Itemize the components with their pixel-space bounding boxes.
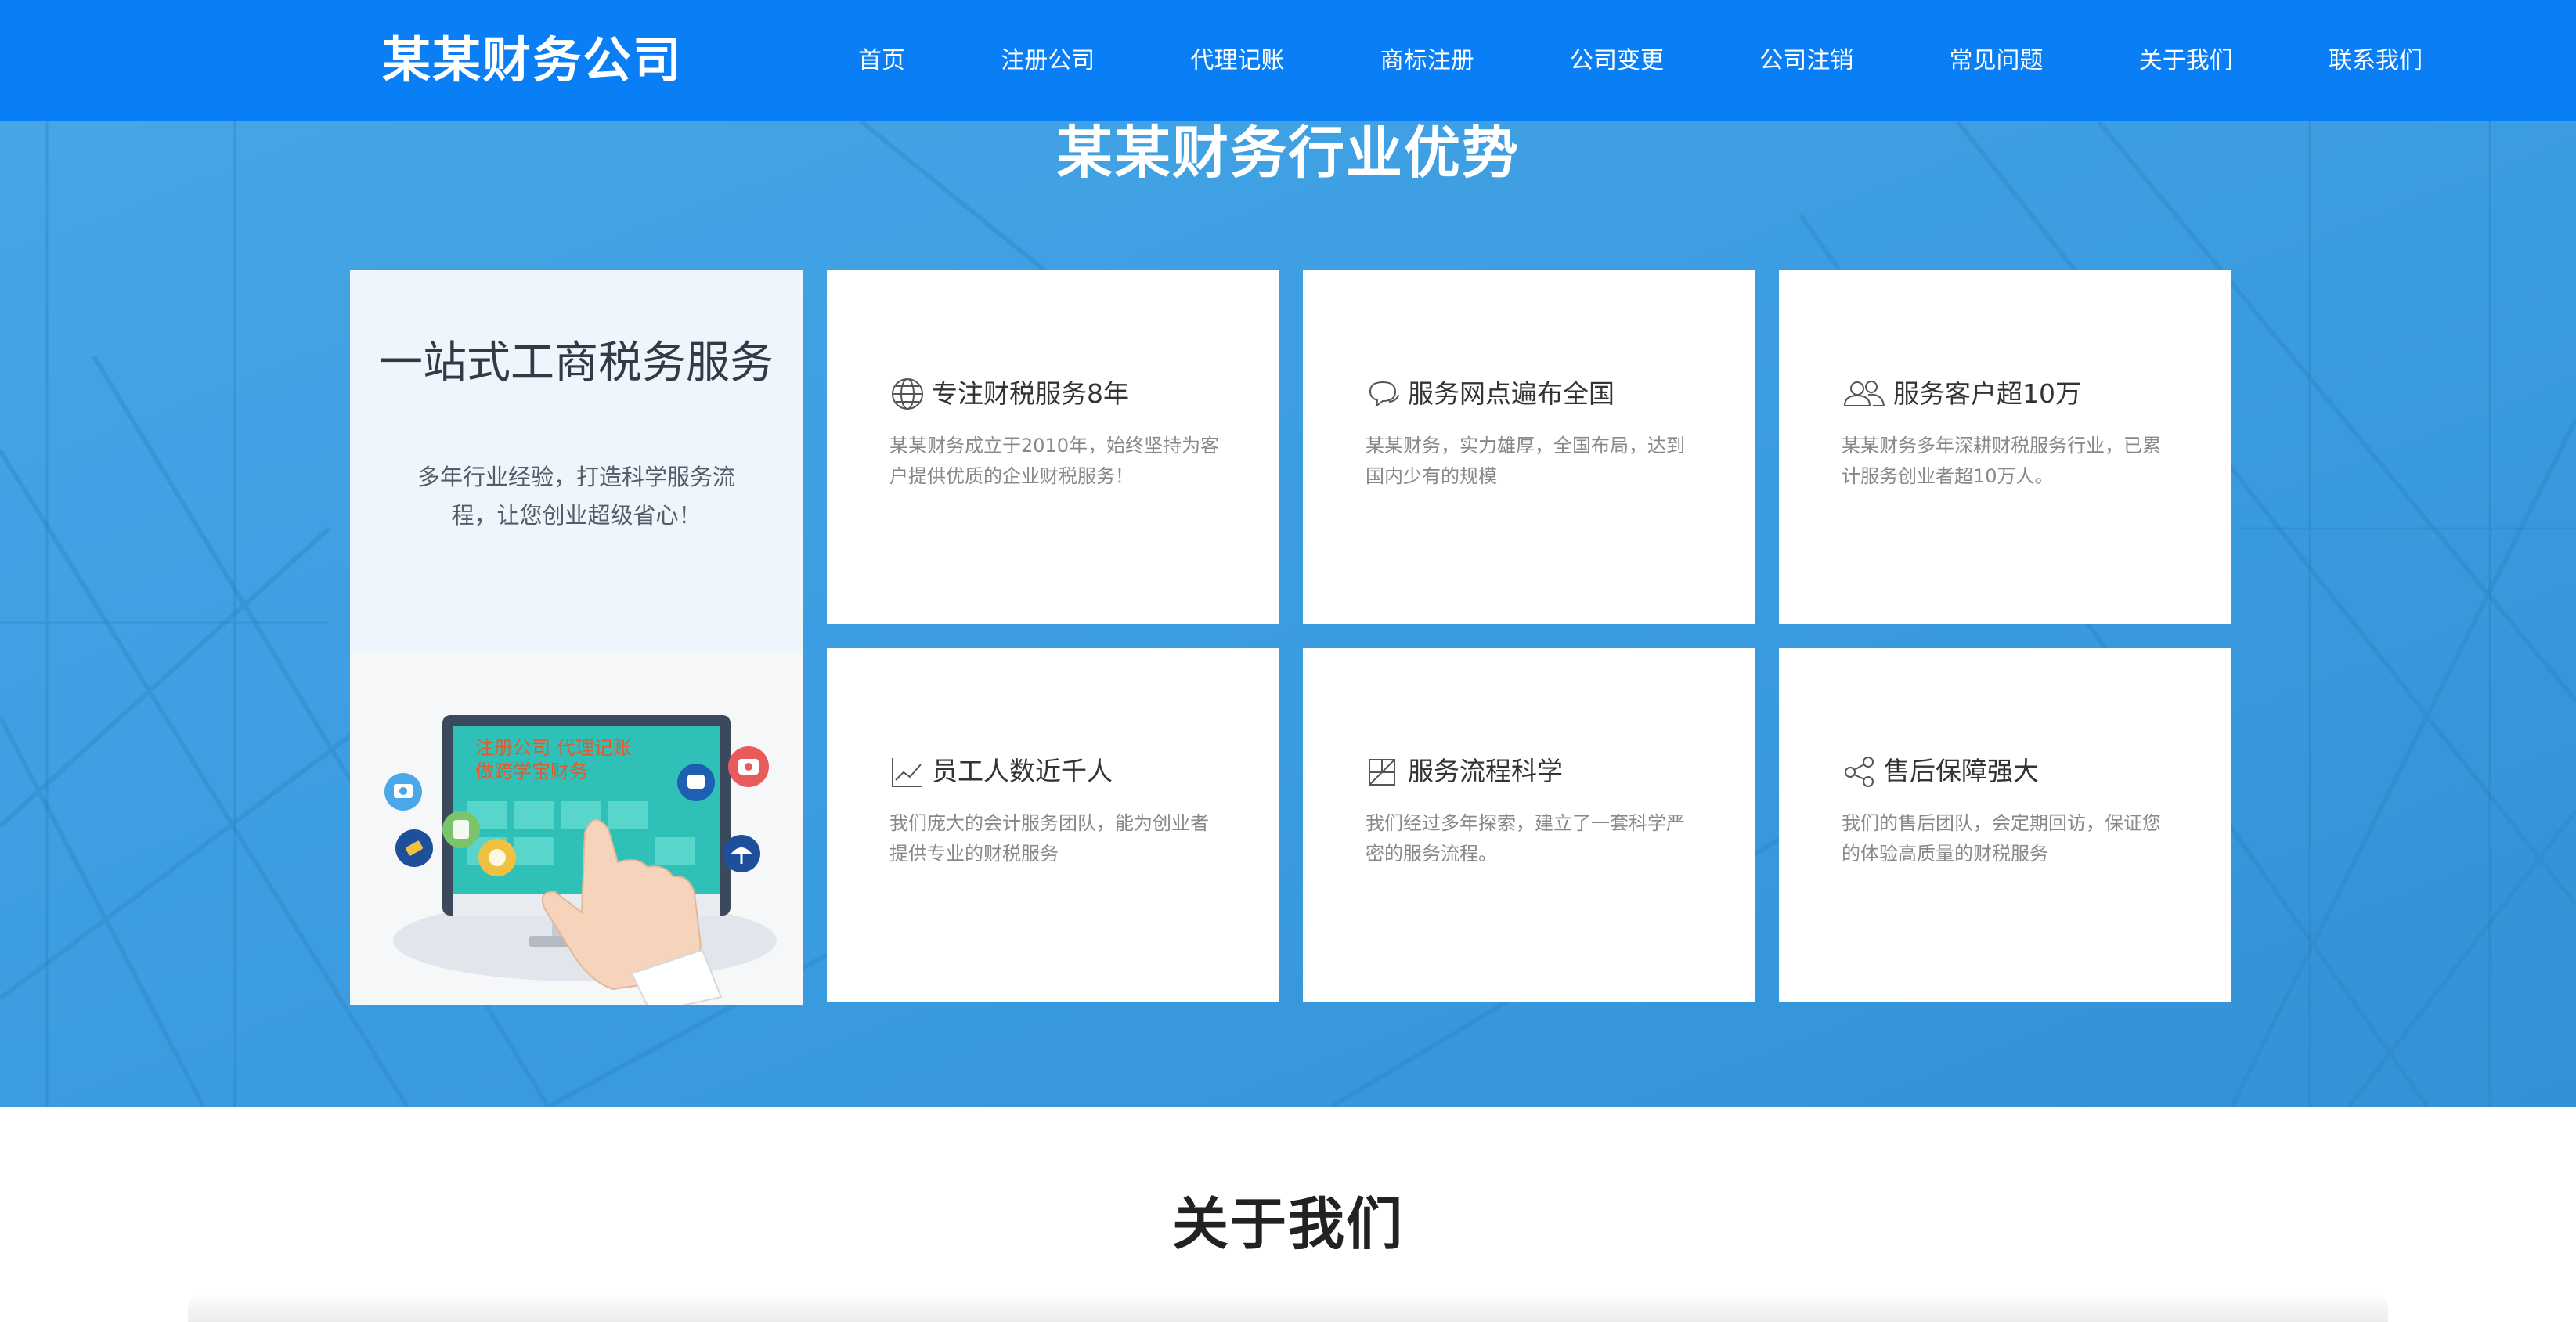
nav-contact[interactable]: 联系我们 [2329, 45, 2423, 77]
advantage-card: 服务流程科学 我们经过多年探索，建立了一套科学严密的服务流程。 [1303, 648, 1755, 1002]
card-title: 服务客户超10万 [1893, 378, 2081, 409]
nav-register-company[interactable]: 注册公司 [1001, 45, 1095, 77]
nav-trademark[interactable]: 商标注册 [1380, 45, 1474, 77]
about-content-top [188, 1292, 2388, 1322]
process-icon [1369, 759, 1395, 786]
advantage-card: 服务客户超10万 某某财务多年深耕财税服务行业，已累计服务创业者超10万人。 [1779, 270, 2231, 624]
illustration-text-2: 做跨学宝财务 [475, 760, 588, 782]
intro-panel: 一站式工商税务服务 多年行业经验，打造科学服务流程，让您创业超级省心！ 注册公司… [350, 270, 803, 1005]
card-title: 员工人数近千人 [932, 756, 1113, 786]
computer-illustration: 注册公司 代理记账 做跨学宝财务 [384, 715, 777, 1005]
card-description: 某某财务，实力雄厚，全国布局，达到国内少有的规模 [1366, 435, 1685, 487]
card-description: 某某财务多年深耕财税服务行业，已累计服务创业者超10万人。 [1842, 435, 2161, 487]
nav-company-change[interactable]: 公司变更 [1570, 45, 1664, 77]
advantage-card: 员工人数近千人 我们庞大的会计服务团队，能为创业者提供专业的财税服务 [827, 648, 1279, 1002]
about-title: 关于我们 [1171, 1191, 1404, 1257]
intro-description: 多年行业经验，打造科学服务流程，让您创业超级省心！ [417, 464, 735, 529]
nav-faq[interactable]: 常见问题 [1950, 45, 2044, 77]
chat-icon [1369, 381, 1399, 408]
advantage-card: 售后保障强大 我们的售后团队，会定期回访，保证您的体验高质量的财税服务 [1779, 648, 2231, 1002]
card-description: 某某财务成立于2010年，始终坚持为客户提供优质的企业财税服务！ [889, 435, 1220, 487]
advantages-title: 某某财务行业优势 [1055, 121, 1520, 186]
illustration-text-1: 注册公司 代理记账 [475, 737, 632, 759]
advantage-card: 服务网点遍布全国 某某财务，实力雄厚，全国布局，达到国内少有的规模 [1303, 270, 1755, 624]
card-description: 我们经过多年探索，建立了一套科学严密的服务流程。 [1366, 812, 1685, 865]
site-logo[interactable]: 某某财务公司 [382, 30, 683, 91]
card-title: 专注财税服务8年 [932, 378, 1129, 409]
globe-icon [892, 378, 923, 410]
card-description: 我们的售后团队，会定期回访，保证您的体验高质量的财税服务 [1842, 812, 2161, 865]
nav-bookkeeping[interactable]: 代理记账 [1191, 45, 1285, 77]
nav-home[interactable]: 首页 [858, 45, 905, 77]
advantage-card: 专注财税服务8年 某某财务成立于2010年，始终坚持为客户提供优质的企业财税服务… [827, 270, 1279, 624]
nav-company-cancel[interactable]: 公司注销 [1759, 45, 1853, 77]
card-description: 我们庞大的会计服务团队，能为创业者提供专业的财税服务 [889, 812, 1209, 865]
intro-illustration: 注册公司 代理记账 做跨学宝财务 [350, 652, 803, 1005]
intro-heading: 一站式工商税务服务 [379, 338, 774, 388]
intro-text-box: 一站式工商税务服务 多年行业经验，打造科学服务流程，让您创业超级省心！ [350, 270, 803, 652]
main-nav: 首页 注册公司 代理记账 商标注册 公司变更 公司注销 常见问题 关于我们 联系… [830, 0, 2451, 121]
share-icon [1845, 757, 1874, 787]
site-header: 某某财务公司 首页 注册公司 代理记账 商标注册 公司变更 公司注销 常见问题 … [0, 0, 2576, 121]
card-title: 服务流程科学 [1408, 756, 1563, 786]
advantages-section: 某某财务行业优势 一站式工商税务服务 多年行业经验，打造科学服务流程，让您创业超… [0, 121, 2576, 1107]
card-title: 服务网点遍布全国 [1408, 378, 1615, 409]
card-title: 售后保障强大 [1884, 756, 2039, 786]
nav-about[interactable]: 关于我们 [2139, 45, 2233, 77]
trend-chart-icon [892, 758, 922, 787]
users-icon [1843, 381, 1885, 406]
